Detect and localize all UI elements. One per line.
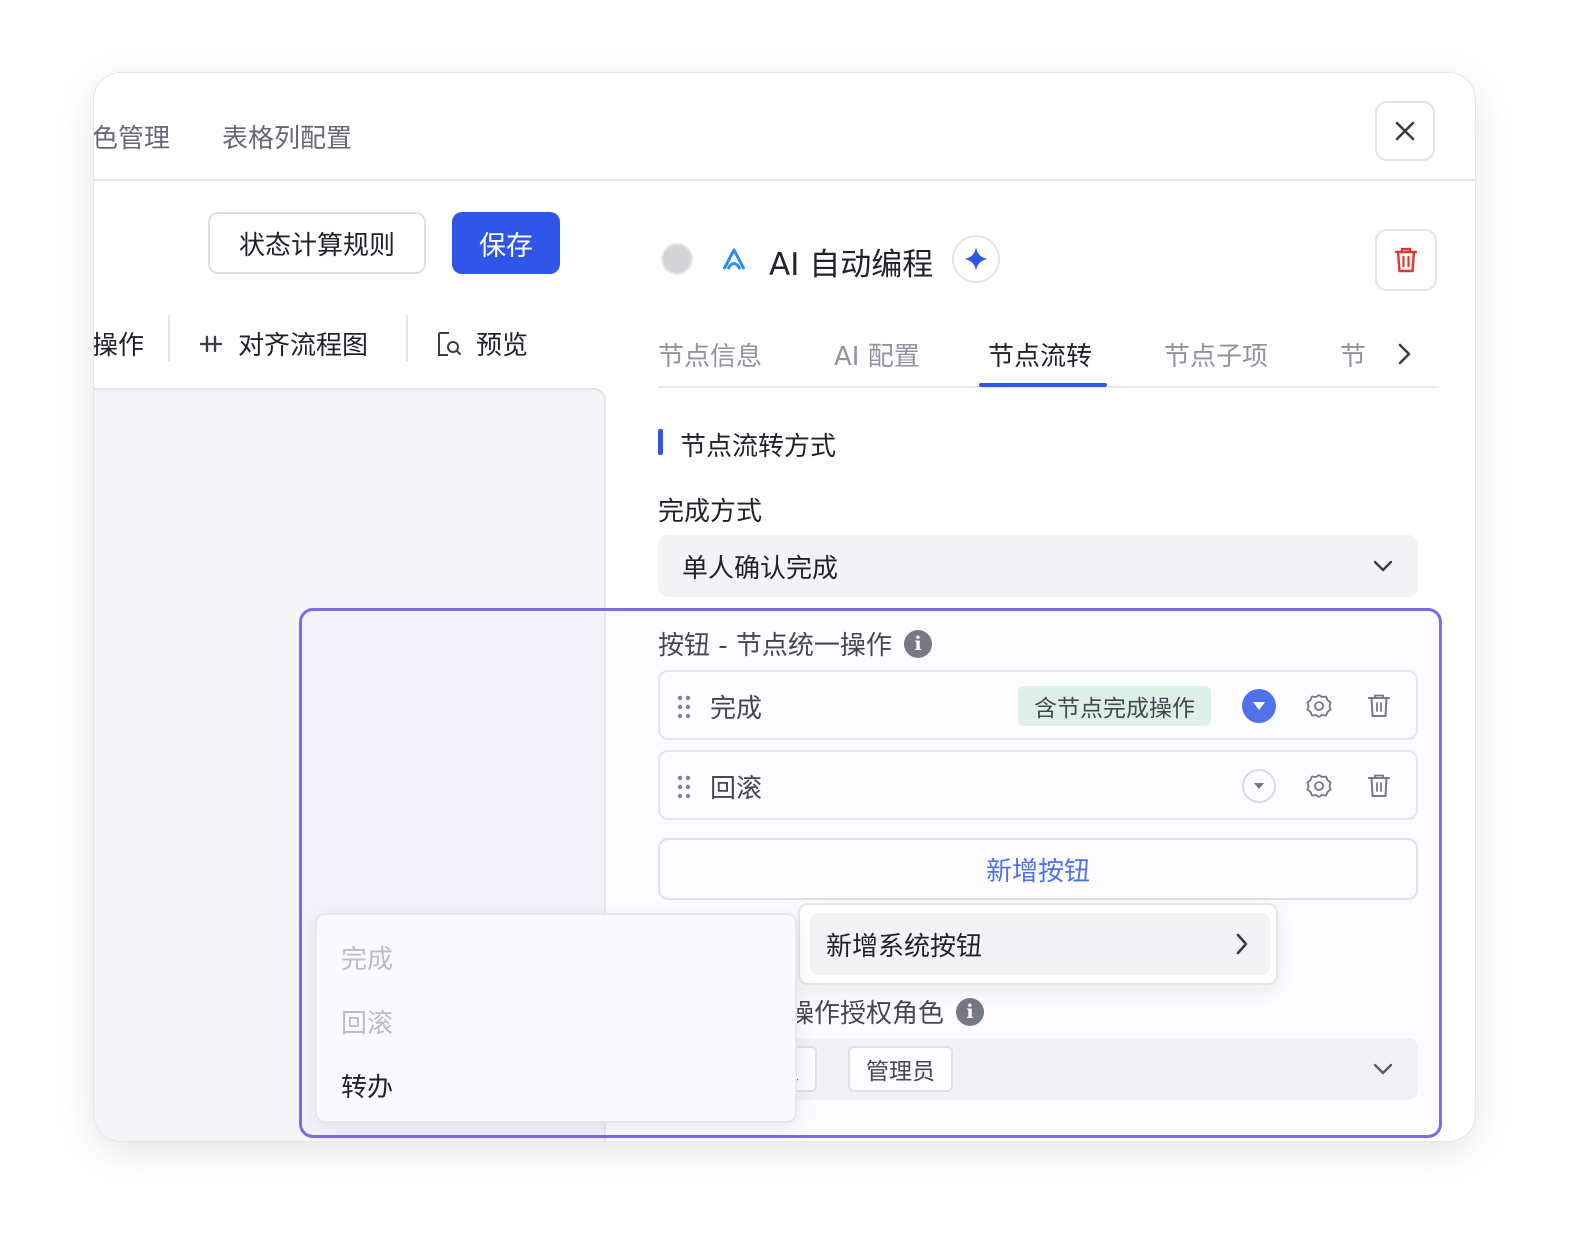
chevron-right-icon <box>1236 933 1248 955</box>
save-button[interactable]: 保存 <box>452 212 560 274</box>
dropdown-item-rollback: 回滚 <box>341 1009 394 1039</box>
chevron-down-icon <box>1373 560 1393 572</box>
tab-node-subitems[interactable]: 节点子项 <box>1164 336 1268 373</box>
toolbar-separator <box>168 315 170 361</box>
toolbar-operation-label: 操作 <box>93 331 145 361</box>
toolbar-preview[interactable]: 预览 <box>436 325 528 362</box>
submenu-item-label: 新增系统按钮 <box>826 931 983 962</box>
tab-node-more[interactable]: 节 <box>1340 336 1366 373</box>
toolbar-preview-label: 预览 <box>476 331 529 361</box>
ai-sparkle-button[interactable] <box>952 235 1000 283</box>
system-button-dropdown: 完成 回滚 转办 <box>315 913 797 1123</box>
ai-logo-icon <box>722 248 746 270</box>
tab-node-info[interactable]: 节点信息 <box>658 336 762 373</box>
completion-label: 完成方式 <box>658 497 763 527</box>
dropdown-item-transfer[interactable]: 转办 <box>341 1067 393 1104</box>
top-tab-table-columns[interactable]: 表格列配置 <box>222 118 352 155</box>
dropdown-item-complete: 完成 <box>341 945 394 975</box>
completion-select[interactable]: 单人确认完成 <box>658 535 1418 597</box>
tab-ai-config[interactable]: AI 配置 <box>834 336 920 373</box>
completion-value: 单人确认完成 <box>682 553 839 584</box>
trash-icon <box>1394 247 1418 273</box>
sparkle-icon <box>964 247 988 271</box>
active-tab-indicator <box>979 383 1107 387</box>
submenu-item-add-system-button[interactable]: 新增系统按钮 <box>810 913 1270 975</box>
toolbar-separator <box>406 315 408 361</box>
toolbar-align-label: 对齐流程图 <box>238 331 369 361</box>
preview-icon <box>438 331 461 356</box>
top-tab-role-management[interactable]: 色管理 <box>94 118 170 155</box>
node-title: AI 自动编程 <box>769 247 934 283</box>
status-rule-button[interactable]: 状态计算规则 <box>208 212 426 274</box>
add-button-submenu: 新增系统按钮 <box>798 903 1278 985</box>
tab-node-flow[interactable]: 节点流转 <box>988 336 1092 373</box>
align-icon <box>200 335 222 352</box>
node-status-dot <box>661 243 693 275</box>
section-accent-bar <box>658 429 663 455</box>
config-window: 色管理 表格列配置 状态计算规则 保存 操作 对齐流程图 预览 AI 自动编程 <box>93 72 1476 1142</box>
close-button[interactable] <box>1375 101 1435 161</box>
tabs-scroll-right-icon[interactable] <box>1394 341 1414 367</box>
close-icon <box>1395 121 1415 141</box>
toolbar-align-flowchart[interactable]: 对齐流程图 <box>198 325 368 362</box>
section-title: 节点流转方式 <box>680 432 837 462</box>
header-divider <box>94 179 1475 181</box>
delete-node-button[interactable] <box>1375 229 1437 291</box>
toolbar-operation[interactable]: 操作 <box>93 325 145 362</box>
